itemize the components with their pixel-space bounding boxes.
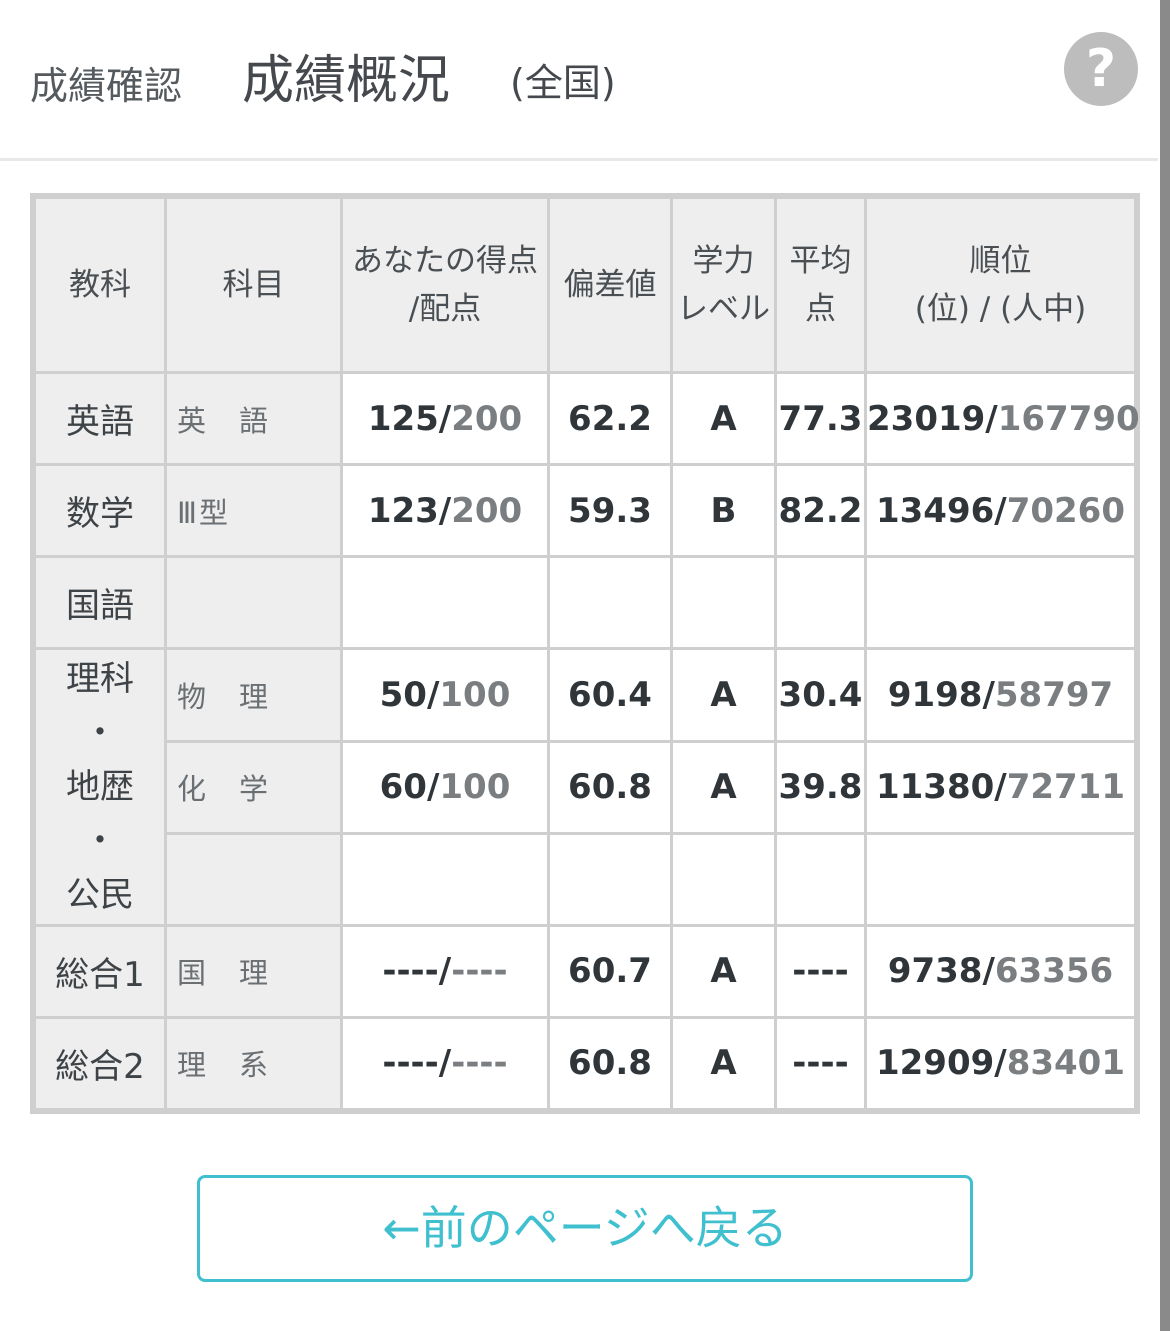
course-cell: 物 理 [167,650,340,740]
course-cell [167,558,340,648]
page-title: 成績概況 [242,51,451,111]
scrollbar[interactable] [1160,0,1170,1331]
subject-cell: 総合2 [36,1018,164,1108]
level-cell: A [673,742,774,832]
course-cell: 国 理 [167,926,340,1016]
course-cell: 化 学 [167,742,340,832]
course-cell: Ⅲ型 [167,466,340,556]
grades-table: 教科 科目 あなたの得点/配点 偏差値 学力 レベル 平均点 順位 (位) / (人… [33,196,1140,1111]
deviation-cell: 60.8 [550,1018,670,1108]
rank-cell: 13496/70260 [867,466,1134,556]
course-cell: 理 系 [167,1018,340,1108]
rank-cell: 9198/58797 [867,650,1134,740]
score-cell: ----/---- [343,926,547,1016]
rank-cell: 9738/63356 [867,926,1134,1016]
table-header-row: 教科 科目 あなたの得点/配点 偏差値 学力 レベル 平均点 順位 (位) / (人… [36,199,1134,371]
deviation-cell [550,834,670,924]
table-row [36,834,1134,924]
deviation-cell: 62.2 [550,374,670,464]
table-row: 総合1 国 理 ----/---- 60.7 A ---- 9738/63356 [36,926,1134,1016]
score-cell: ----/---- [343,1018,547,1108]
header-score: あなたの得点/配点 [343,199,547,371]
score-cell [343,834,547,924]
header-deviation: 偏差値 [550,199,670,371]
grades-table-container: 教科 科目 あなたの得点/配点 偏差値 学力 レベル 平均点 順位 (位) / (人… [30,193,1140,1114]
score-cell [343,558,547,648]
page: 成績確認 成績概況 (全国) ? 教科 科目 あなたの得点/配点 偏差値 学力 … [0,0,1170,1331]
course-cell: 英 語 [167,374,340,464]
question-icon: ? [1085,39,1117,99]
score-cell: 50/100 [343,650,547,740]
title-scope: (全国) [510,61,616,105]
average-cell: 30.4 [777,650,864,740]
score-cell: 125/200 [343,374,547,464]
deviation-cell: 60.8 [550,742,670,832]
level-cell: A [673,374,774,464]
average-cell [777,834,864,924]
help-button[interactable]: ? [1064,32,1138,106]
back-button[interactable]: ←前のページへ戻る [197,1175,973,1282]
header-level: 学力 レベル [673,199,774,371]
score-cell: 123/200 [343,466,547,556]
header-subject: 教科 [36,199,164,371]
rank-cell [867,558,1134,648]
table-row: 英語 英 語 125/200 62.2 A 77.3 23019/167790 [36,374,1140,464]
deviation-cell [550,558,670,648]
score-cell: 60/100 [343,742,547,832]
subject-cell-science: 理科 ・ 地歴 ・ 公民 [36,650,164,924]
deviation-cell: 60.7 [550,926,670,1016]
average-cell: 39.8 [777,742,864,832]
subject-cell: 英語 [36,374,164,464]
level-cell: B [673,466,774,556]
average-cell [777,558,864,648]
average-cell: ---- [777,1018,864,1108]
table-row: 総合2 理 系 ----/---- 60.8 A ---- 12909/8340… [36,1018,1134,1108]
average-cell: 82.2 [777,466,864,556]
table-row: 理科 ・ 地歴 ・ 公民 物 理 50/100 60.4 A 30.4 9198… [36,650,1134,924]
average-cell: ---- [777,926,864,1016]
header: 成績確認 成績概況 (全国) ? [0,0,1158,161]
rank-cell: 12909/83401 [867,1018,1134,1108]
rank-cell: 23019/167790 [867,374,1140,464]
deviation-cell: 60.4 [550,650,670,740]
level-cell: A [673,1018,774,1108]
header-course: 科目 [167,199,340,371]
header-average: 平均点 [777,199,864,371]
table-row: 数学 Ⅲ型 123/200 59.3 B 82.2 13496/70260 [36,466,1134,556]
level-cell [673,834,774,924]
table-row: 化 学 60/100 60.8 A 39.8 11380/72711 [36,742,1134,832]
rank-cell [867,834,1134,924]
subject-cell: 国語 [36,558,164,648]
average-cell: 77.3 [777,374,864,464]
level-cell: A [673,926,774,1016]
table-row: 国語 [36,558,1134,648]
subject-cell: 数学 [36,466,164,556]
level-cell: A [673,650,774,740]
header-rank: 順位 (位) / (人中) [867,199,1134,371]
rank-cell: 11380/72711 [867,742,1134,832]
subject-cell: 総合1 [36,926,164,1016]
breadcrumb: 成績確認 [30,64,183,108]
course-cell [167,834,340,924]
level-cell [673,558,774,648]
deviation-cell: 59.3 [550,466,670,556]
